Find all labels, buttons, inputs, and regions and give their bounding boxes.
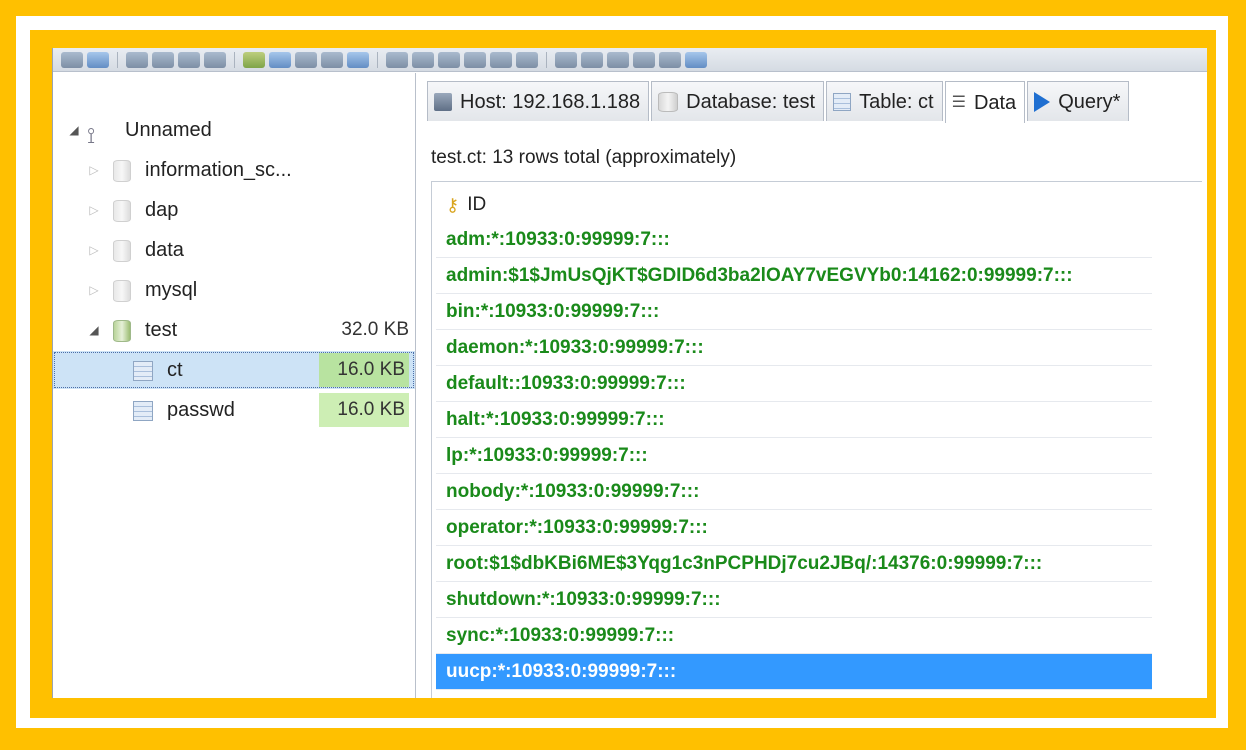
tree-item-label: data xyxy=(145,239,184,261)
info-icon[interactable] xyxy=(347,51,369,68)
tree-item-label: dap xyxy=(145,199,179,221)
expanded-arrow-icon[interactable]: ◢ xyxy=(67,111,81,149)
save-icon[interactable] xyxy=(321,51,343,68)
user-manager-icon[interactable] xyxy=(269,51,291,68)
database-icon xyxy=(113,240,131,262)
tab-query[interactable]: Query* xyxy=(1027,81,1130,121)
toolbar-separator xyxy=(377,51,378,68)
database-icon xyxy=(113,280,131,302)
data-grid: ⚷ ID adm:*:10933:0:99999:7::: admin:$1$J… xyxy=(431,181,1202,698)
expanded-arrow-icon[interactable]: ◢ xyxy=(87,311,101,349)
tree-item-label: passwd xyxy=(167,399,235,421)
refresh-icon[interactable] xyxy=(243,51,265,68)
tree-item-database[interactable]: ▷ information_sc... xyxy=(53,151,415,189)
table-row[interactable]: daemon:*:10933:0:99999:7::: xyxy=(436,330,1152,366)
tree-item-database[interactable]: ▷ mysql xyxy=(53,271,415,309)
table-row[interactable]: halt:*:10933:0:99999:7::: xyxy=(436,402,1152,438)
table-size: 16.0 KB xyxy=(319,393,409,427)
row-count-status: test.ct: 13 rows total (approximately) xyxy=(431,147,737,168)
undo-icon[interactable] xyxy=(178,51,200,68)
tab-bar: Host: 192.168.1.188 Database: test Table… xyxy=(427,81,1131,123)
table-row[interactable]: sync:*:10933:0:99999:7::: xyxy=(436,618,1152,654)
table-icon xyxy=(833,92,852,111)
copy-icon[interactable] xyxy=(126,51,148,68)
connect-icon[interactable] xyxy=(87,51,109,68)
table-icon xyxy=(133,361,153,381)
collapsed-arrow-icon[interactable]: ▷ xyxy=(87,191,101,229)
tree-item-table-ct[interactable]: ct 16.0 KB xyxy=(53,351,415,389)
first-record-icon[interactable] xyxy=(386,51,408,68)
cancel-record-icon[interactable] xyxy=(516,51,538,68)
explain-icon[interactable] xyxy=(581,51,603,68)
table-row[interactable]: admin:$1$JmUsQjKT$GDID6d3ba2lOAY7vEGVYb0… xyxy=(436,258,1152,294)
tree-item-label: information_sc... xyxy=(145,159,292,181)
table-row[interactable]: lp:*:10933:0:99999:7::: xyxy=(436,438,1152,474)
table-row[interactable]: root:$1$dbKBi6ME$3Yqg1c3nPCPHDj7cu2JBq/:… xyxy=(436,546,1152,582)
table-row[interactable]: nobody:*:10933:0:99999:7::: xyxy=(436,474,1152,510)
database-size: 32.0 KB xyxy=(341,319,409,340)
tab-label: Host: 192.168.1.188 xyxy=(460,90,641,113)
tab-table[interactable]: Table: ct xyxy=(826,81,943,121)
tab-label: Table: ct xyxy=(859,90,934,113)
table-row[interactable]: operator:*:10933:0:99999:7::: xyxy=(436,510,1152,546)
tree-item-label: ct xyxy=(167,359,183,381)
run-query-icon[interactable] xyxy=(555,51,577,68)
tree-item-label: test xyxy=(145,319,178,341)
table-row[interactable]: bin:*:10933:0:99999:7::: xyxy=(436,294,1152,330)
session-manager-icon[interactable] xyxy=(61,51,83,68)
tree-item-label: mysql xyxy=(145,279,198,301)
insert-record-icon[interactable] xyxy=(438,51,460,68)
table-row[interactable]: default::10933:0:99999:7::: xyxy=(436,366,1152,402)
toolbar-separator xyxy=(117,51,118,68)
tab-data[interactable]: ☰ Data xyxy=(944,81,1026,123)
toolbar-separator xyxy=(234,51,235,68)
print-icon[interactable] xyxy=(204,51,226,68)
tree-item-label: Unnamed xyxy=(125,119,212,141)
post-record-icon[interactable] xyxy=(490,51,512,68)
last-record-icon[interactable] xyxy=(412,51,434,68)
tab-label: Query* xyxy=(1058,90,1121,113)
layout-icon[interactable] xyxy=(607,51,629,68)
tree-item-database-test[interactable]: ◢ test 32.0 KB xyxy=(53,311,415,349)
database-icon xyxy=(113,200,131,222)
heidisql-window: ◢ ⟟ Unnamed ▷ information_sc... ▷ dap ▷ … xyxy=(52,48,1207,698)
tab-label: Database: test xyxy=(686,90,816,113)
dolphin-connection-icon: ⟟ xyxy=(87,123,96,148)
main-pane: Host: 192.168.1.188 Database: test Table… xyxy=(417,73,1207,698)
tree-item-database[interactable]: ▷ dap xyxy=(53,191,415,229)
database-icon xyxy=(113,320,131,342)
toolbar xyxy=(53,48,1207,72)
database-icon xyxy=(113,160,131,182)
host-icon xyxy=(434,92,452,111)
table-row-selected[interactable]: uucp:*:10933:0:99999:7::: xyxy=(436,654,1152,690)
toolbar-separator xyxy=(546,51,547,68)
delete-record-icon[interactable] xyxy=(464,51,486,68)
tree-item-table-passwd[interactable]: passwd 16.0 KB xyxy=(53,391,415,429)
data-grid-icon: ☰ xyxy=(951,93,966,111)
collapsed-arrow-icon[interactable]: ▷ xyxy=(87,231,101,269)
database-tree: ◢ ⟟ Unnamed ▷ information_sc... ▷ dap ▷ … xyxy=(53,73,416,698)
tab-label: Data xyxy=(973,91,1017,114)
tab-host[interactable]: Host: 192.168.1.188 xyxy=(427,81,650,121)
grid-icon[interactable] xyxy=(633,51,655,68)
column-header-label: ID xyxy=(467,194,487,215)
table-size: 16.0 KB xyxy=(319,353,409,387)
collapsed-arrow-icon[interactable]: ▷ xyxy=(87,271,101,309)
help-icon[interactable] xyxy=(685,51,707,68)
database-icon xyxy=(658,91,679,112)
collapsed-arrow-icon[interactable]: ▷ xyxy=(87,151,101,189)
primary-key-icon: ⚷ xyxy=(446,194,460,215)
tree-item-database[interactable]: ▷ data xyxy=(53,231,415,269)
column-header-id[interactable]: ⚷ ID xyxy=(446,194,486,216)
tab-database[interactable]: Database: test xyxy=(651,81,825,121)
paste-icon[interactable] xyxy=(152,51,174,68)
table-row[interactable]: adm:*:10933:0:99999:7::: xyxy=(436,222,1152,258)
table-icon xyxy=(133,401,153,421)
query-play-icon xyxy=(1034,91,1051,112)
export-icon[interactable] xyxy=(295,51,317,68)
table-row[interactable]: shutdown:*:10933:0:99999:7::: xyxy=(436,582,1152,618)
tree-item-connection[interactable]: ◢ ⟟ Unnamed xyxy=(53,111,415,149)
columns-icon[interactable] xyxy=(659,51,681,68)
